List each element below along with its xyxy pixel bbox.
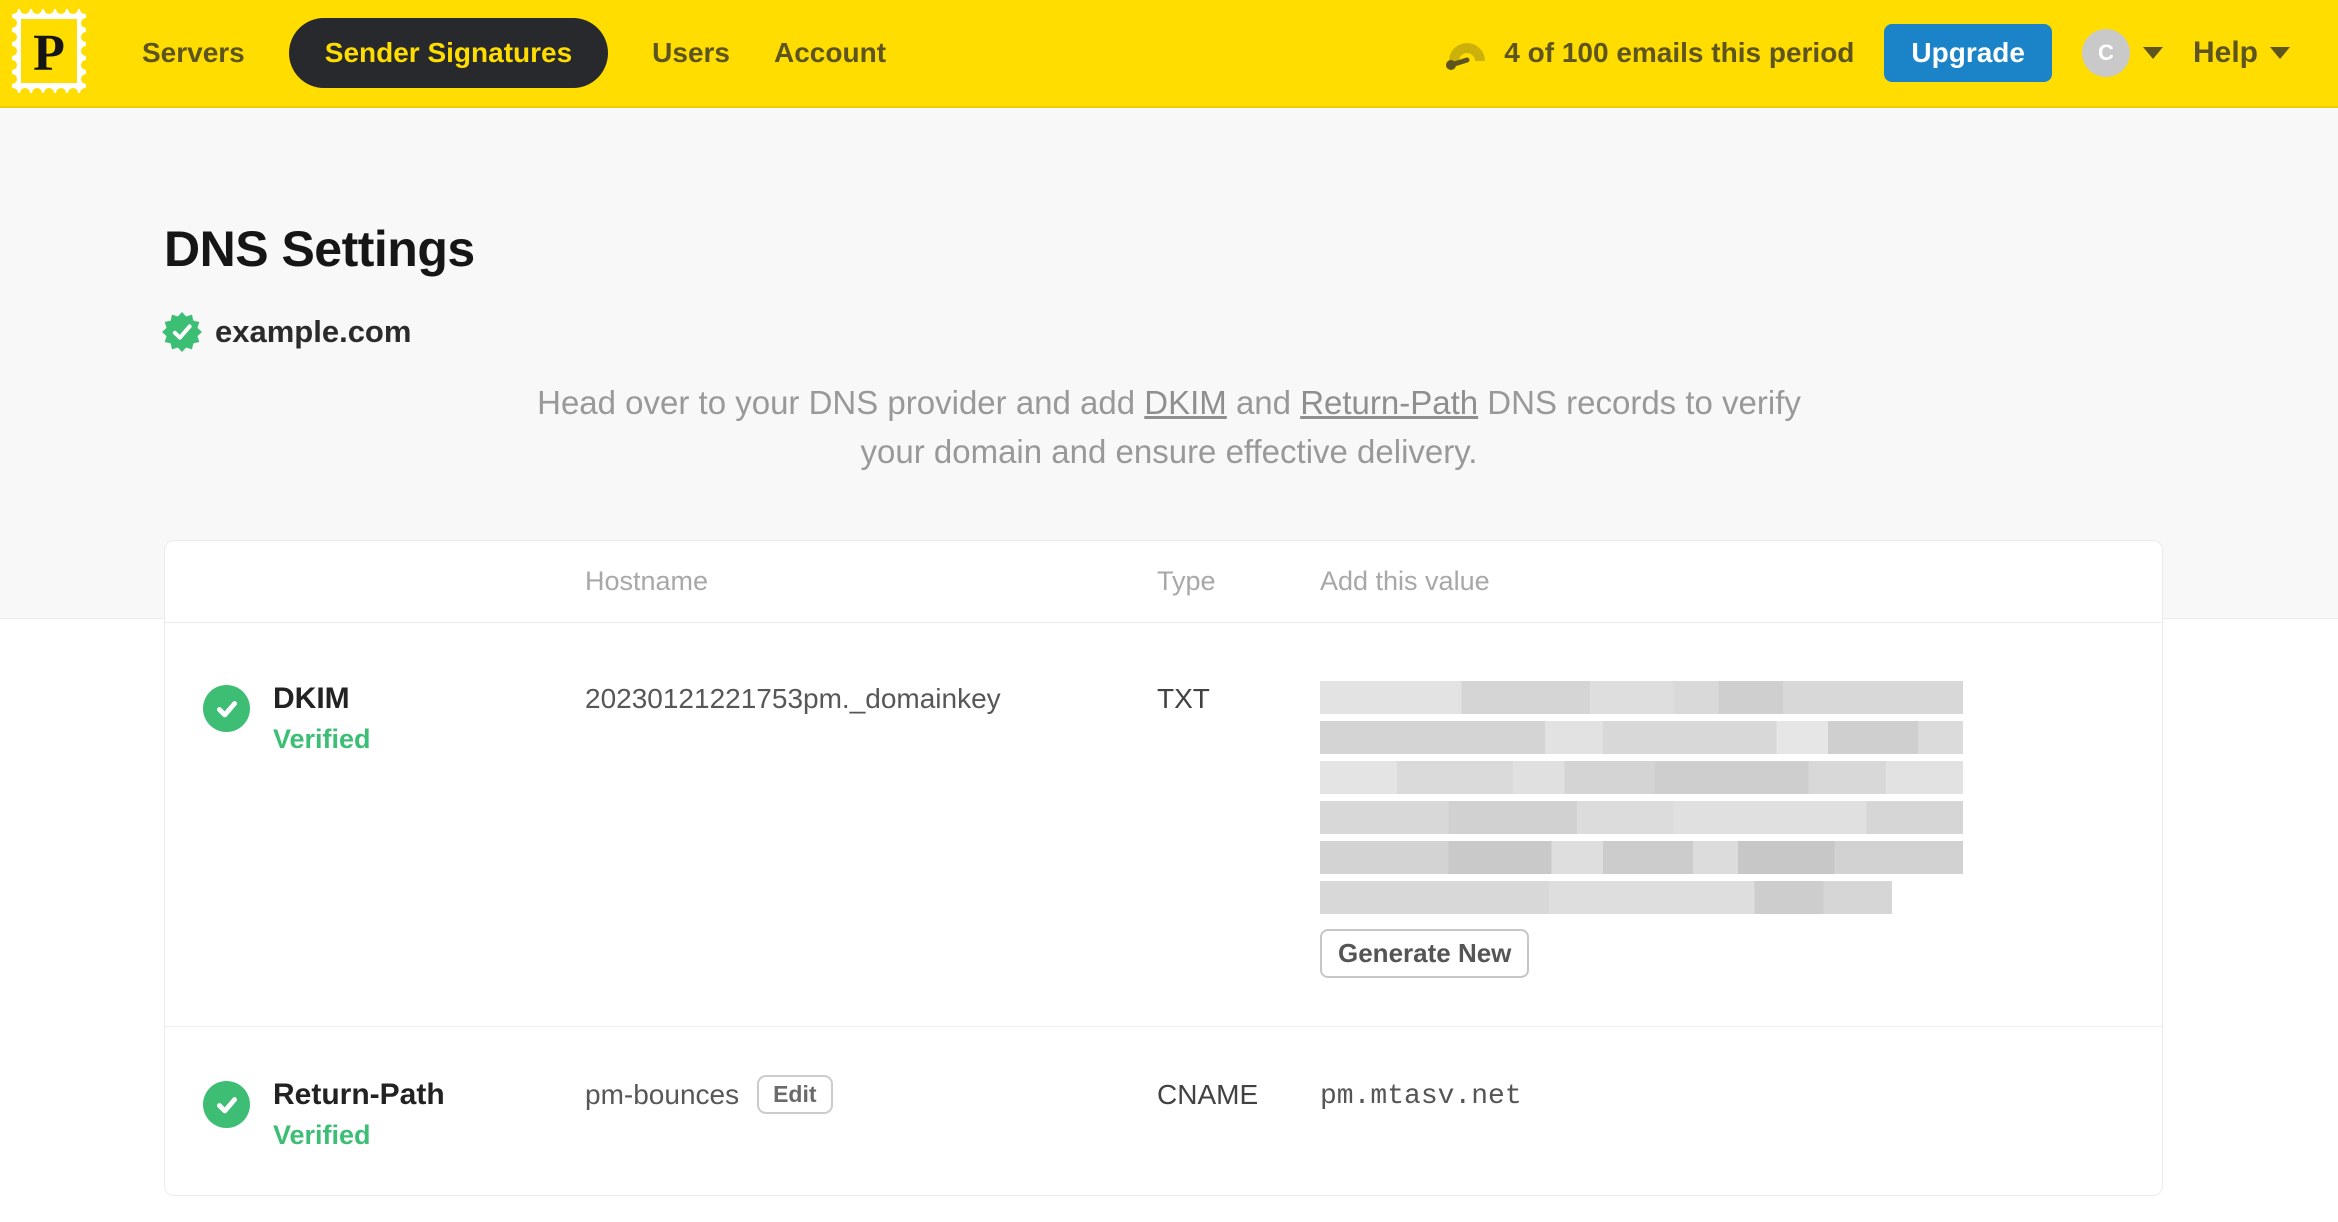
instructions-text: Head over to your DNS provider and add D… <box>529 378 1809 476</box>
nav-item-users[interactable]: Users <box>652 37 730 69</box>
redacted-value-line <box>1320 801 1963 834</box>
redacted-value-line <box>1320 761 1963 794</box>
redacted-value-line <box>1320 681 1963 714</box>
postmark-logo[interactable]: P <box>7 3 91 98</box>
verified-check-icon <box>203 685 250 732</box>
primary-nav: Servers Sender Signatures Users Account <box>142 18 886 88</box>
nav-right-cluster: 4 of 100 emails this period Upgrade C He… <box>1444 24 2290 82</box>
verified-check-icon <box>203 1081 250 1128</box>
account-menu[interactable]: C <box>2081 29 2163 77</box>
verified-seal-icon <box>162 312 202 352</box>
upgrade-button[interactable]: Upgrade <box>1884 24 2052 82</box>
nav-item-servers[interactable]: Servers <box>142 37 245 69</box>
table-row-return-path: Return-Path Verified pm-bounces Edit CNA… <box>165 1027 2162 1195</box>
main-content: DNS Settings example.com Head over to yo… <box>0 220 2338 1196</box>
record-value-redacted: Generate New <box>1320 681 2162 978</box>
usage-text: 4 of 100 emails this period <box>1504 37 1855 68</box>
help-label: Help <box>2192 36 2258 69</box>
record-type: CNAME <box>1157 1079 1259 1110</box>
chevron-down-icon <box>2142 47 2163 59</box>
nav-item-sender-signatures[interactable]: Sender Signatures <box>288 18 609 88</box>
generate-new-button[interactable]: Generate New <box>1320 929 1530 978</box>
verified-domain: example.com <box>162 312 2338 352</box>
chevron-down-icon <box>2270 47 2290 59</box>
page-title: DNS Settings <box>164 221 475 277</box>
col-header-type: Type <box>1157 566 1216 596</box>
redacted-value-line <box>1320 721 1963 754</box>
top-nav: P Servers Sender Signatures Users Accoun… <box>0 0 2338 108</box>
col-header-hostname: Hostname <box>585 566 709 596</box>
record-status-badge: Verified <box>273 724 371 754</box>
return-path-link[interactable]: Return-Path <box>1300 384 1478 421</box>
col-header-value: Add this value <box>1320 566 1490 596</box>
dkim-link[interactable]: DKIM <box>1144 384 1227 421</box>
dns-records-card: Hostname Type Add this value DKIM Verifi… <box>164 540 2163 1196</box>
record-hostname: pm-bounces <box>585 1079 740 1110</box>
svg-text:P: P <box>33 25 65 82</box>
gauge-icon <box>1446 43 1486 70</box>
table-row-dkim: DKIM Verified 20230121221753pm._domainke… <box>165 623 2162 1027</box>
instructions-prefix: Head over to your DNS provider and add <box>537 384 1145 421</box>
nav-item-account[interactable]: Account <box>774 37 886 69</box>
record-name: DKIM <box>273 682 350 715</box>
record-status-badge: Verified <box>273 1120 371 1150</box>
table-header-row: Hostname Type Add this value <box>165 541 2162 623</box>
instructions-and: and <box>1226 384 1301 421</box>
usage-indicator: 4 of 100 emails this period <box>1444 35 1854 71</box>
record-value: pm.mtasv.net <box>1320 1081 1522 1112</box>
domain-name: example.com <box>215 314 412 349</box>
record-name: Return-Path <box>273 1078 445 1111</box>
help-menu[interactable]: Help <box>2193 36 2290 70</box>
edit-button[interactable]: Edit <box>757 1075 833 1114</box>
record-type: TXT <box>1157 683 1210 714</box>
redacted-value-line <box>1320 881 1892 914</box>
avatar[interactable]: C <box>2081 29 2130 77</box>
redacted-value-line <box>1320 841 1963 874</box>
record-hostname: 20230121221753pm._domainkey <box>585 683 1001 714</box>
stamp-logo-icon: P <box>7 3 91 98</box>
